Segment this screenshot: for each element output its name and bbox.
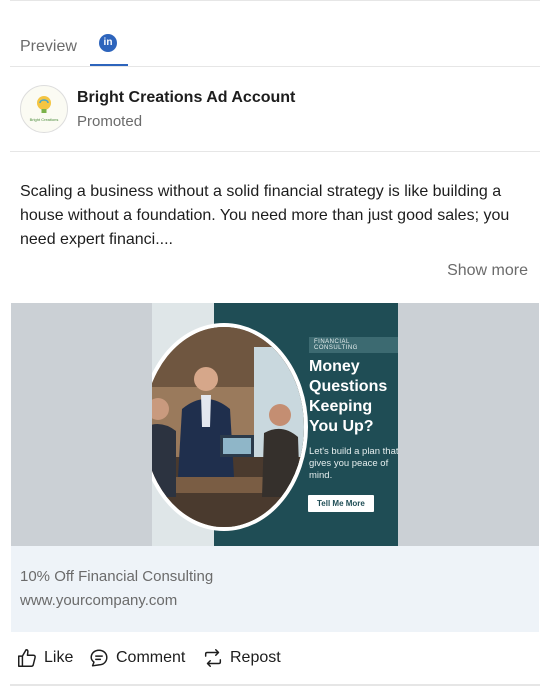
thumbs-up-icon	[18, 649, 36, 667]
office-photo	[152, 323, 308, 531]
bottom-divider	[10, 684, 540, 686]
avatar[interactable]: Bright Creations	[20, 85, 68, 133]
linkedin-icon: in	[99, 34, 117, 52]
ad-subcopy: Let's build a plan that gives you peace …	[309, 446, 398, 481]
like-button[interactable]: Like	[16, 646, 73, 670]
like-label: Like	[44, 649, 74, 666]
preview-tabs: Preview in	[10, 26, 540, 67]
account-name[interactable]: Bright Creations Ad Account	[77, 89, 295, 107]
ad-cta-button[interactable]: Tell Me More	[308, 495, 374, 512]
avatar-logo-text: Bright Creations	[30, 117, 59, 122]
post-text: Scaling a business without a solid finan…	[20, 183, 510, 248]
tab-linkedin[interactable]: in	[90, 26, 128, 66]
ad-image: FINANCIAL CONSULTING Money Questions Kee…	[152, 303, 398, 546]
ad-headline: Money Questions Keeping You Up?	[309, 358, 388, 435]
account-header: Bright Creations Bright Creations Ad Acc…	[10, 67, 540, 152]
repost-label: Repost	[230, 649, 281, 666]
tab-preview[interactable]: Preview	[20, 38, 77, 56]
ad-caption-url: www.yourcompany.com	[20, 592, 178, 609]
ad-badge: FINANCIAL CONSULTING	[309, 337, 398, 353]
comment-label: Comment	[116, 649, 186, 666]
lightbulb-logo-icon: Bright Creations	[30, 96, 59, 122]
ad-caption-title: 10% Off Financial Consulting	[20, 568, 214, 585]
promoted-label: Promoted	[77, 113, 143, 130]
show-more-link[interactable]: Show more	[447, 262, 528, 280]
repost-icon	[204, 649, 222, 667]
repost-button[interactable]: Repost	[202, 646, 281, 670]
top-divider	[10, 0, 540, 1]
ad-caption[interactable]: 10% Off Financial Consulting www.yourcom…	[11, 546, 539, 632]
comment-button[interactable]: Comment	[88, 646, 185, 670]
ad-creative[interactable]: FINANCIAL CONSULTING Money Questions Kee…	[11, 303, 539, 546]
comment-icon	[90, 649, 108, 667]
